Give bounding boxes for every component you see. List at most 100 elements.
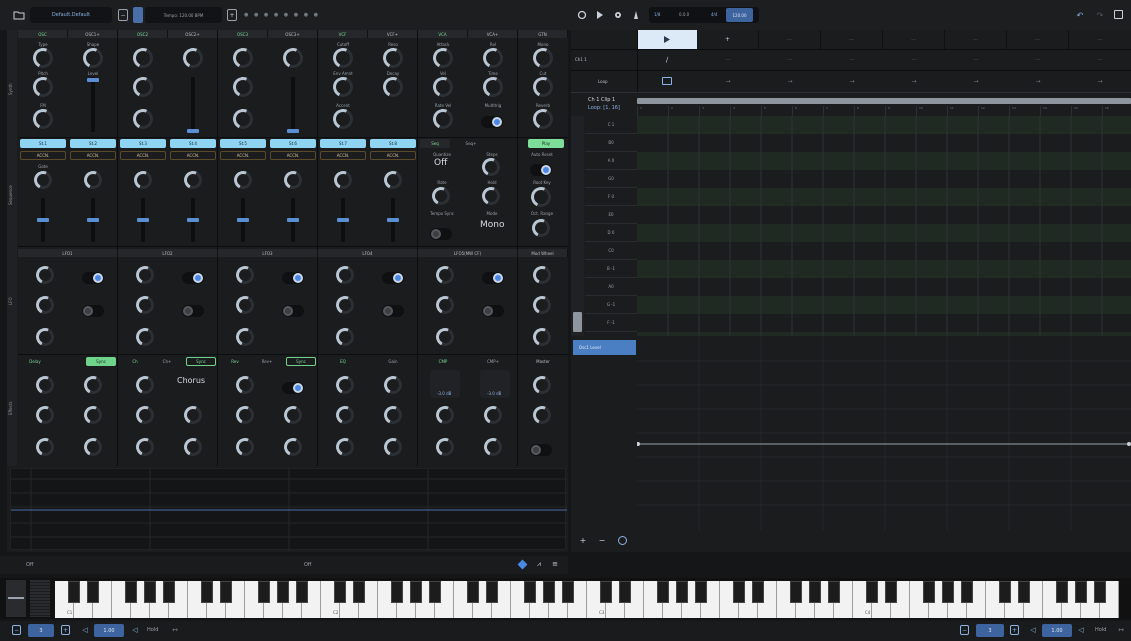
tab-vcf-plus[interactable]: VCF+ (368, 30, 418, 38)
add-icon[interactable]: + (578, 535, 588, 545)
tab-vca[interactable]: VCA (418, 30, 468, 38)
black-key[interactable] (752, 581, 764, 603)
expand-icon[interactable]: ⇿ (170, 625, 180, 635)
sidebar-toggle-icon[interactable] (1114, 10, 1123, 19)
black-key[interactable] (220, 581, 232, 603)
tab-eq[interactable]: EQ (320, 357, 366, 366)
scene-slot[interactable]: — (1069, 30, 1131, 49)
black-key[interactable] (562, 581, 574, 603)
step-button-3[interactable]: St.3 (120, 139, 166, 148)
accent-button-1[interactable]: ACCN. (20, 151, 66, 160)
black-key[interactable] (543, 581, 555, 603)
black-key[interactable] (1056, 581, 1068, 603)
tab-reverb-plus[interactable]: Rev+ (252, 357, 282, 366)
tab-cmp-plus[interactable]: CMP+ (470, 357, 516, 366)
step-button-5[interactable]: St.5 (220, 139, 266, 148)
hold-label-right[interactable]: Hold (1095, 627, 1106, 633)
lfo1-key-sync-toggle[interactable] (82, 305, 104, 317)
black-key[interactable] (999, 581, 1011, 603)
automation-lane[interactable] (636, 337, 1131, 530)
osc1-level-slot[interactable] (91, 77, 95, 132)
arrow-right-icon[interactable]: → (759, 71, 821, 91)
lfo3-key-sync-toggle[interactable] (282, 305, 304, 317)
velocity-icon[interactable]: ◁ (80, 625, 90, 635)
tab-delay[interactable]: Delay (20, 357, 50, 366)
black-key[interactable] (809, 581, 821, 603)
octave-up-right-icon[interactable]: + (1010, 625, 1019, 635)
black-key[interactable] (410, 581, 422, 603)
black-key[interactable] (885, 581, 897, 603)
remove-icon[interactable]: − (597, 535, 607, 545)
delay-sync-button[interactable]: Sync (86, 357, 116, 366)
black-key[interactable] (524, 581, 536, 603)
lfo3-tempo-sync-toggle[interactable] (282, 272, 304, 284)
black-key[interactable] (790, 581, 802, 603)
tab-lfo2[interactable]: LFO2 (118, 249, 218, 257)
accent-button-5[interactable]: ACCN. (220, 151, 266, 160)
tab-lfo3[interactable]: LFO3 (218, 249, 318, 257)
black-key[interactable] (695, 581, 707, 603)
tab-osc[interactable]: OSC (18, 30, 68, 38)
list-icon[interactable]: ≡ (550, 559, 560, 569)
osc3-level-fader[interactable] (287, 129, 299, 133)
tab-lfo1[interactable]: LFO1 (18, 249, 118, 257)
play-icon[interactable] (594, 9, 606, 21)
quantize-value[interactable]: Off (434, 158, 447, 168)
clip-slot[interactable]: — (759, 50, 821, 70)
step-button-8[interactable]: St.8 (370, 139, 416, 148)
play-button[interactable]: Play (528, 139, 564, 148)
arrow-right-icon[interactable]: → (697, 71, 759, 91)
accent-button-8[interactable]: ACCN. (370, 151, 416, 160)
step3-level-fader[interactable] (137, 218, 149, 222)
tab-lfo4[interactable]: LFO4 (318, 249, 418, 257)
step-button-7[interactable]: St.7 (320, 139, 366, 148)
black-key[interactable] (1075, 581, 1087, 603)
redo-icon[interactable]: ↷ (1094, 9, 1106, 21)
octave-up-icon[interactable]: + (61, 625, 70, 635)
tab-chorus-plus[interactable]: Ch+ (152, 357, 182, 366)
piano-roll-scroll-thumb[interactable] (573, 312, 582, 332)
arrow-right-icon[interactable]: → (945, 71, 1007, 91)
tab-seq[interactable]: Seq (420, 139, 450, 148)
step4-level-fader[interactable] (187, 218, 199, 222)
arrow-right-icon[interactable]: → (1007, 71, 1069, 91)
tab-vca-plus[interactable]: VCA+ (468, 30, 518, 38)
clip-slot[interactable]: — (697, 50, 759, 70)
step8-level-fader[interactable] (387, 218, 399, 222)
tab-mod-wheel[interactable]: Mod Wheel (518, 249, 568, 257)
black-key[interactable] (486, 581, 498, 603)
loop-bar[interactable] (637, 98, 1131, 104)
scene-slot[interactable]: — (759, 30, 821, 49)
mode-value[interactable]: Mono (480, 220, 504, 230)
lfo4-tempo-sync-toggle[interactable] (382, 272, 404, 284)
step-button-2[interactable]: St.2 (70, 139, 116, 148)
black-key[interactable] (467, 581, 479, 603)
black-key[interactable] (828, 581, 840, 603)
black-key[interactable] (1094, 581, 1106, 603)
transport-tempo[interactable]: 120.00 (726, 8, 753, 22)
tab-cmp[interactable]: CMP (420, 357, 466, 366)
tab-osc3-plus[interactable]: OSC3+ (268, 30, 318, 38)
preset-name[interactable]: Default.Default (30, 7, 112, 23)
graph-icon[interactable]: ⩘ (534, 559, 544, 569)
black-key[interactable] (657, 581, 669, 603)
reverb-sync-button[interactable]: Sync (286, 357, 316, 366)
black-key[interactable] (163, 581, 175, 603)
clip-slot[interactable]: — (945, 50, 1007, 70)
velocity-right-icon[interactable]: ◁ (1028, 625, 1038, 635)
osc1-level-fader[interactable] (87, 78, 99, 82)
black-key[interactable] (277, 581, 289, 603)
step-button-6[interactable]: St.6 (270, 139, 316, 148)
step1-level-fader[interactable] (37, 218, 49, 222)
mod-wheel[interactable] (30, 580, 50, 617)
black-key[interactable] (676, 581, 688, 603)
clip-slot[interactable]: — (1069, 50, 1131, 70)
velocity-value[interactable]: 1.00 (94, 624, 124, 637)
black-key[interactable] (961, 581, 973, 603)
tab-vcf[interactable]: VCF (318, 30, 368, 38)
plus-icon[interactable]: + (227, 9, 237, 21)
black-key[interactable] (429, 581, 441, 603)
folder-icon[interactable] (12, 8, 26, 22)
track-name[interactable]: Ch1 1 (575, 57, 587, 62)
lfo5-tempo-sync-toggle[interactable] (482, 272, 504, 284)
